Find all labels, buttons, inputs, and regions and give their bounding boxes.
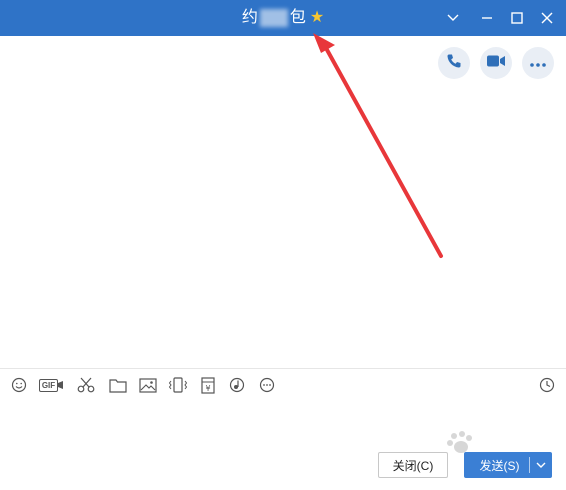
title-bar[interactable]: 约 包 ★ bbox=[0, 0, 566, 36]
contact-name-start: 约 bbox=[241, 9, 258, 26]
emoji-icon[interactable] bbox=[8, 375, 30, 395]
maximize-icon[interactable] bbox=[505, 6, 529, 30]
toolbar-divider bbox=[0, 368, 566, 369]
close-icon[interactable] bbox=[535, 6, 559, 30]
gif-label: GIF bbox=[38, 378, 59, 392]
minimize-icon[interactable] bbox=[475, 6, 499, 30]
voice-call-button[interactable] bbox=[438, 47, 470, 79]
history-clock-icon[interactable] bbox=[536, 375, 558, 395]
watermark-logo bbox=[446, 430, 556, 480]
chat-window: 约 包 ★ GIF ¥ 关闭(C) 发送(S) bbox=[0, 0, 566, 490]
music-icon[interactable] bbox=[226, 375, 248, 395]
red-packet-icon[interactable]: ¥ bbox=[197, 375, 219, 395]
more-icon bbox=[530, 54, 546, 72]
video-call-button[interactable] bbox=[480, 47, 512, 79]
gif-icon[interactable]: GIF bbox=[38, 375, 64, 395]
svg-text:¥: ¥ bbox=[205, 384, 210, 393]
image-icon[interactable] bbox=[137, 375, 159, 395]
more-tools-icon[interactable] bbox=[256, 375, 278, 395]
close-button-label: 关闭(C) bbox=[392, 458, 434, 473]
phone-icon bbox=[446, 53, 462, 74]
shake-window-icon[interactable] bbox=[167, 375, 189, 395]
video-call-icon bbox=[486, 54, 506, 73]
screenshot-scissors-icon[interactable] bbox=[75, 375, 97, 395]
message-area[interactable] bbox=[0, 36, 566, 368]
chevron-down-icon[interactable] bbox=[441, 6, 465, 30]
more-button[interactable] bbox=[522, 47, 554, 79]
folder-icon[interactable] bbox=[107, 375, 129, 395]
blurred-name bbox=[259, 8, 288, 27]
close-button[interactable]: 关闭(C) bbox=[378, 452, 448, 478]
contact-name-end: 包 bbox=[289, 9, 306, 26]
star-icon[interactable]: ★ bbox=[310, 9, 324, 26]
